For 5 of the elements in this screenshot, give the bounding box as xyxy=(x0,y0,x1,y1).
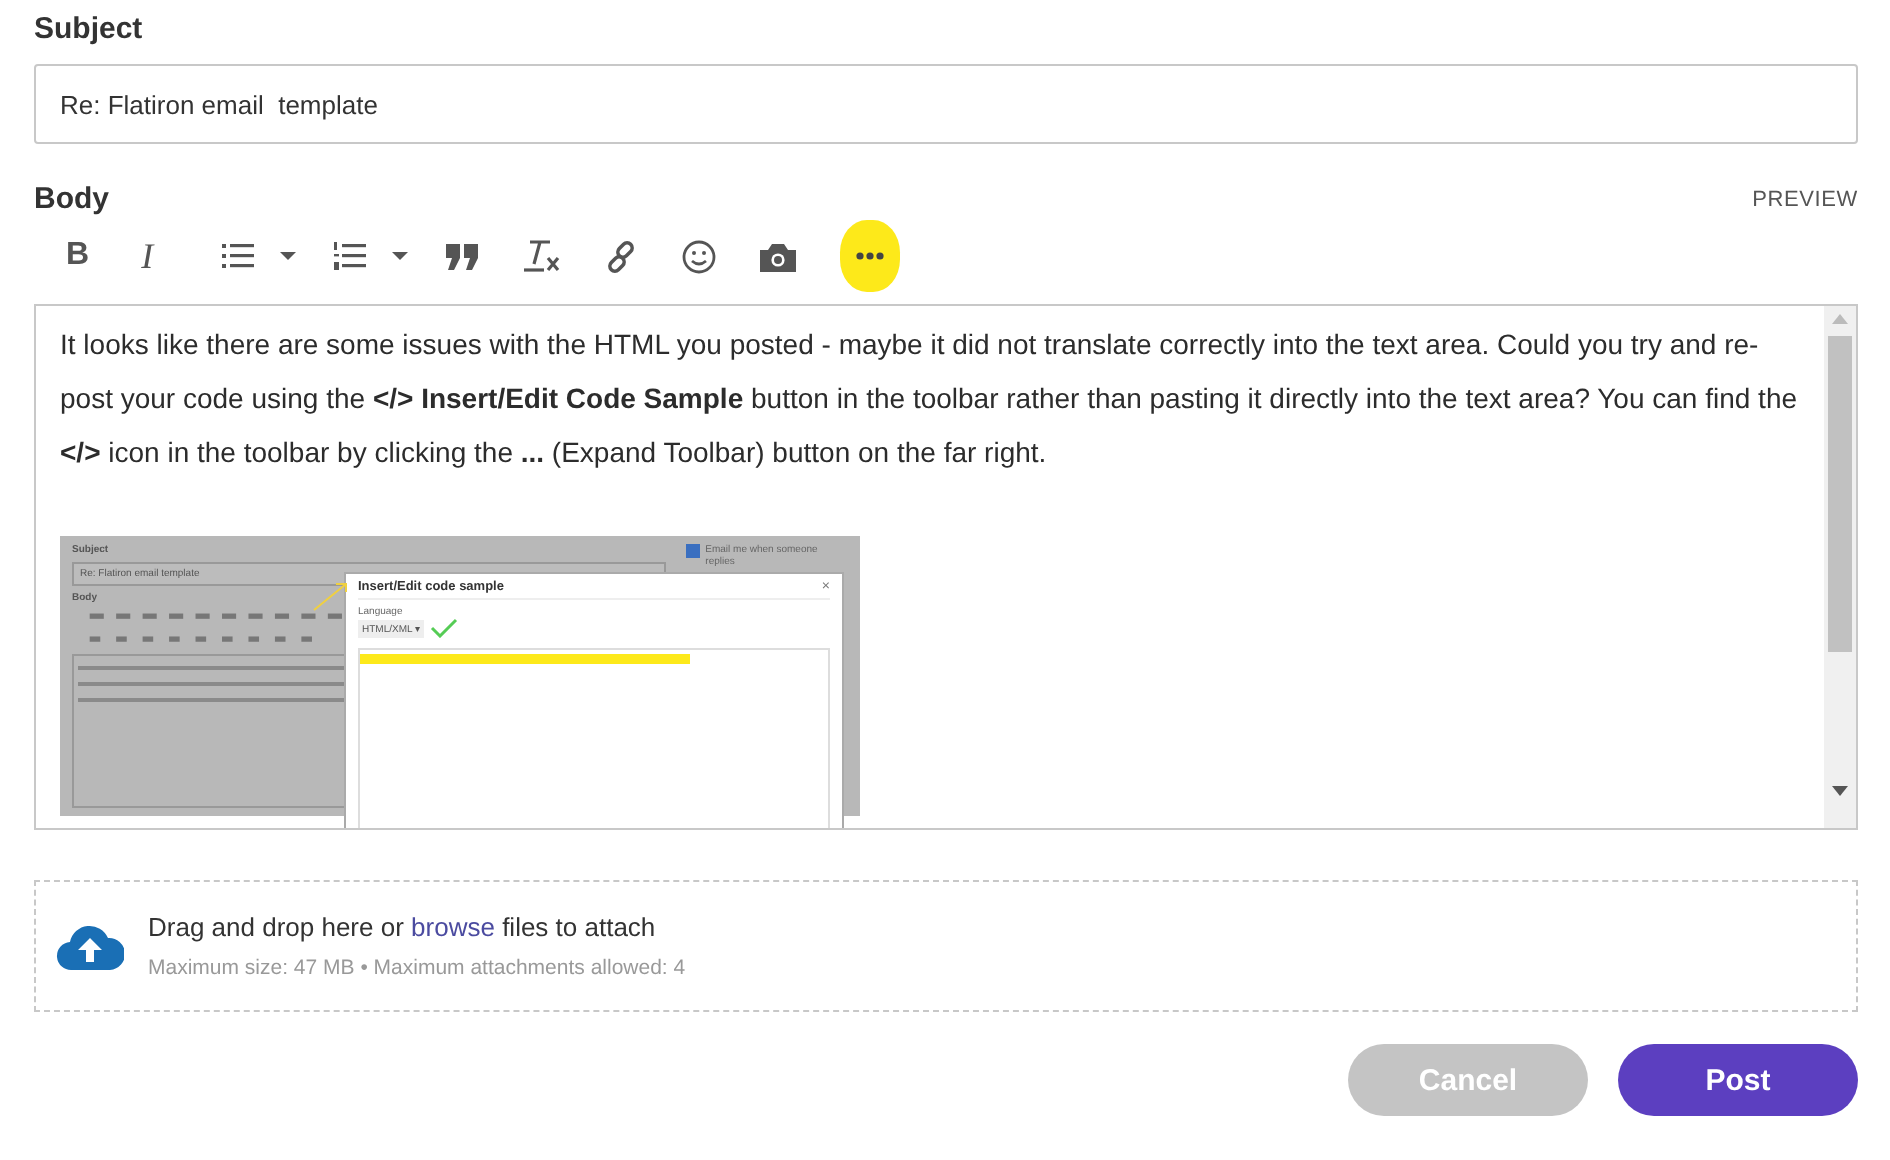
body-paragraph: It looks like there are some issues with the HTML you posted - maybe it did not translate correctly into the text area. Could you try and re-post your code using the </> Insert/Edit Code Sample button in the toolbar rather than pasting it directly into the text area? You can find the </> icon in the toolbar by clicking the ... (Expand Toolbar) button on the far right. xyxy=(60,326,1800,472)
drop-instructions: Drag and drop here or browse files to attach xyxy=(148,912,658,942)
subject-label: Subject xyxy=(34,12,145,46)
attachment-limits: Maximum size: 47 MB • Maximum attachments allowed: 4 xyxy=(148,956,686,980)
body-label: Body xyxy=(34,182,109,216)
